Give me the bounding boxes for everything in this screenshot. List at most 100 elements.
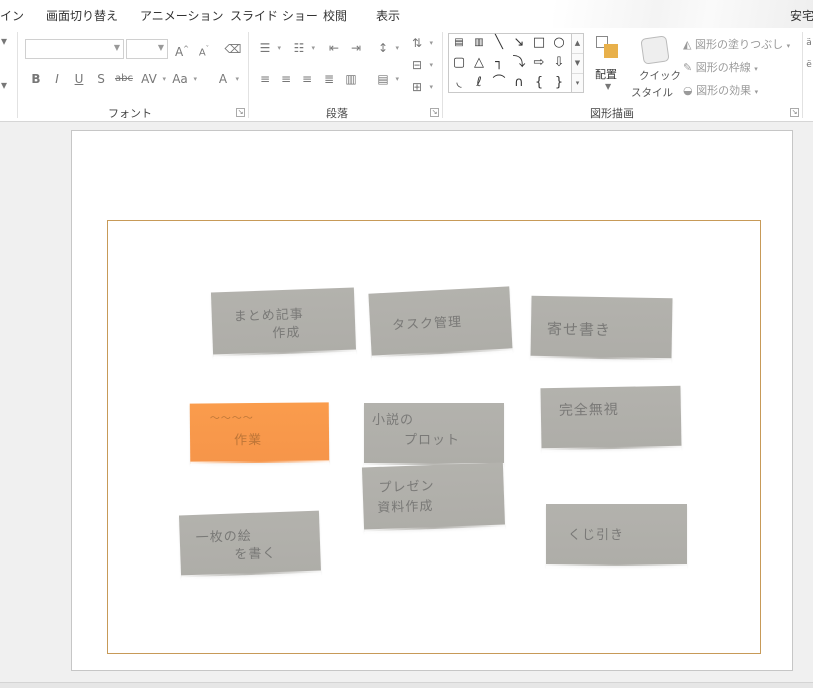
change-case-button[interactable]: Aa	[170, 70, 197, 88]
shape-effects-button[interactable]: ◒ 図形の効果 ▾	[683, 82, 758, 98]
vertical-text-box-icon[interactable]: ▥	[471, 35, 487, 51]
tab-transitions[interactable]: 画面切り替え	[46, 7, 118, 24]
smartart-convert-icon[interactable]: ⊞	[408, 78, 433, 96]
arrange-label: 配置	[595, 68, 617, 81]
chevron-down-icon: ▾	[754, 88, 759, 96]
down-arrow-icon[interactable]: ⇩	[551, 55, 567, 71]
chevron-down-icon: ▼	[113, 43, 120, 52]
tab-design[interactable]: イン	[0, 7, 24, 24]
bullets-icon[interactable]: ☰	[256, 39, 281, 57]
font-dialog-launcher-icon[interactable]: ↘	[236, 108, 245, 117]
arrange-button[interactable]: 配置 ▼	[590, 32, 630, 98]
bold-button[interactable]: B	[27, 70, 45, 88]
ribbon-left-dropdown-icon[interactable]: ▾	[0, 32, 8, 50]
character-spacing-button[interactable]: AV	[139, 70, 166, 88]
group-separator	[802, 32, 803, 118]
scroll-up-icon[interactable]: ▲	[572, 34, 583, 54]
left-brace-icon[interactable]: {	[531, 75, 547, 91]
right-arrow-icon[interactable]: ⇨	[531, 55, 547, 71]
note-text: 資料作成	[377, 499, 434, 516]
find-icon[interactable]: ä	[805, 34, 813, 52]
columns-icon[interactable]: ▤	[374, 70, 399, 88]
quick-styles-label-2: スタイル	[631, 87, 673, 99]
align-left-icon[interactable]: ≡	[256, 70, 274, 88]
shape-fill-label: 図形の塗りつぶし	[694, 38, 784, 51]
distributed-icon[interactable]: ▥	[342, 70, 360, 88]
numbering-icon[interactable]: ☷	[290, 39, 315, 57]
slide[interactable]: まとめ記事 作成 タスク管理 寄せ書き ～～～～ 作業 小説の プロット 完全無…	[71, 130, 793, 671]
shapes-gallery-scroll[interactable]: ▲ ▼ ▾	[572, 33, 584, 93]
decrease-indent-icon[interactable]: ⇤	[325, 39, 343, 57]
chevron-down-icon: ▾	[754, 65, 758, 73]
line-icon[interactable]: ╲	[491, 35, 507, 51]
align-center-icon[interactable]: ≡	[277, 70, 295, 88]
chevron-down-icon: ▾	[786, 42, 791, 50]
clear-formatting-icon[interactable]: ⌫	[224, 40, 242, 58]
note-text: くじ引き	[568, 528, 625, 543]
note-text: 寄せ書き	[546, 320, 612, 340]
shrink-font-icon[interactable]: Aˇ	[195, 40, 213, 58]
justify-icon[interactable]: ≣	[320, 70, 338, 88]
font-color-button[interactable]: A	[214, 70, 239, 88]
tab-animations[interactable]: アニメーション	[140, 7, 224, 24]
replace-icon[interactable]: ë	[805, 56, 813, 74]
sticky-note: 完全無視	[540, 385, 682, 451]
text-box-icon[interactable]: ▤	[451, 35, 467, 51]
font-size-combo[interactable]: ▼	[126, 39, 168, 59]
pencil-icon: ✎	[683, 61, 693, 74]
note-text: 小説の	[372, 413, 415, 428]
elbow-arrow-icon[interactable]: ⤵	[511, 55, 527, 71]
oval-icon[interactable]: ○	[551, 35, 567, 51]
align-right-icon[interactable]: ≡	[298, 70, 316, 88]
sticky-notes-photo[interactable]: まとめ記事 作成 タスク管理 寄せ書き ～～～～ 作業 小説の プロット 完全無…	[107, 220, 761, 654]
arrow-line-icon[interactable]: ↘	[511, 35, 527, 51]
shape-outline-button[interactable]: ✎ 図形の枠線 ▾	[683, 59, 758, 75]
curve-icon[interactable]: ∩	[511, 75, 527, 91]
effects-icon: ◒	[683, 84, 693, 97]
sticky-note: プレゼン 資料作成	[361, 462, 506, 532]
group-separator	[442, 32, 443, 118]
group-separator	[17, 32, 18, 118]
strikethrough-button[interactable]: abc	[113, 70, 135, 88]
freeform-icon[interactable]: ◟	[451, 75, 467, 91]
right-brace-icon[interactable]: }	[551, 75, 567, 91]
tab-review[interactable]: 校閲	[323, 7, 347, 24]
scribble-icon[interactable]: ℓ	[471, 75, 487, 91]
text-direction-icon[interactable]: ⇅	[408, 34, 433, 52]
elbow-connector-icon[interactable]: ┐	[491, 55, 507, 71]
note-text: 作成	[272, 325, 301, 342]
tab-view[interactable]: 表示	[376, 7, 400, 24]
arc-icon[interactable]: ⌒	[491, 75, 507, 91]
ribbon-left-dropdown-icon-2[interactable]: ▾	[0, 76, 8, 94]
tab-slide-show[interactable]: スライド ショー	[230, 7, 318, 24]
rounded-rectangle-icon[interactable]: ▢	[451, 55, 467, 71]
triangle-icon[interactable]: △	[471, 55, 487, 71]
sticky-note: タスク管理	[368, 286, 513, 358]
font-name-combo[interactable]: ▼	[25, 39, 124, 59]
scroll-down-icon[interactable]: ▼	[572, 54, 583, 74]
note-text: プロット	[404, 433, 461, 448]
underline-button[interactable]: U	[70, 70, 88, 88]
sticky-note: まとめ記事 作成	[210, 287, 357, 357]
shapes-gallery[interactable]: ▤ ▥ ╲ ↘ □ ○ ▢ △ ┐ ⤵ ⇨ ⇩ ◟ ℓ ⌒ ∩ { }	[448, 33, 572, 93]
sticky-note-orange: ～～～～ 作業	[189, 402, 330, 464]
shadow-button[interactable]: S	[92, 70, 110, 88]
italic-button[interactable]: I	[48, 70, 66, 88]
slide-editing-area[interactable]: まとめ記事 作成 タスク管理 寄せ書き ～～～～ 作業 小説の プロット 完全無…	[0, 122, 813, 682]
line-spacing-icon[interactable]: ↕	[374, 39, 399, 57]
grow-font-icon[interactable]: A^	[173, 40, 191, 59]
quick-styles-button[interactable]: クイック スタイル	[630, 32, 681, 99]
drawing-dialog-launcher-icon[interactable]: ↘	[790, 108, 799, 117]
paragraph-dialog-launcher-icon[interactable]: ↘	[430, 108, 439, 117]
account-name[interactable]: 安宅	[790, 7, 813, 24]
group-separator	[248, 32, 249, 118]
note-text: 完全無視	[558, 401, 619, 419]
increase-indent-icon[interactable]: ⇥	[347, 39, 365, 57]
shape-fill-button[interactable]: ◭ 図形の塗りつぶし ▾	[683, 36, 790, 52]
shape-outline-label: 図形の枠線	[695, 61, 751, 74]
gallery-more-icon[interactable]: ▾	[572, 74, 583, 94]
align-text-icon[interactable]: ⊟	[408, 56, 433, 74]
rectangle-icon[interactable]: □	[531, 35, 547, 51]
quick-styles-label-1: クイック	[639, 70, 681, 82]
title-bar-decoration	[553, 0, 813, 28]
